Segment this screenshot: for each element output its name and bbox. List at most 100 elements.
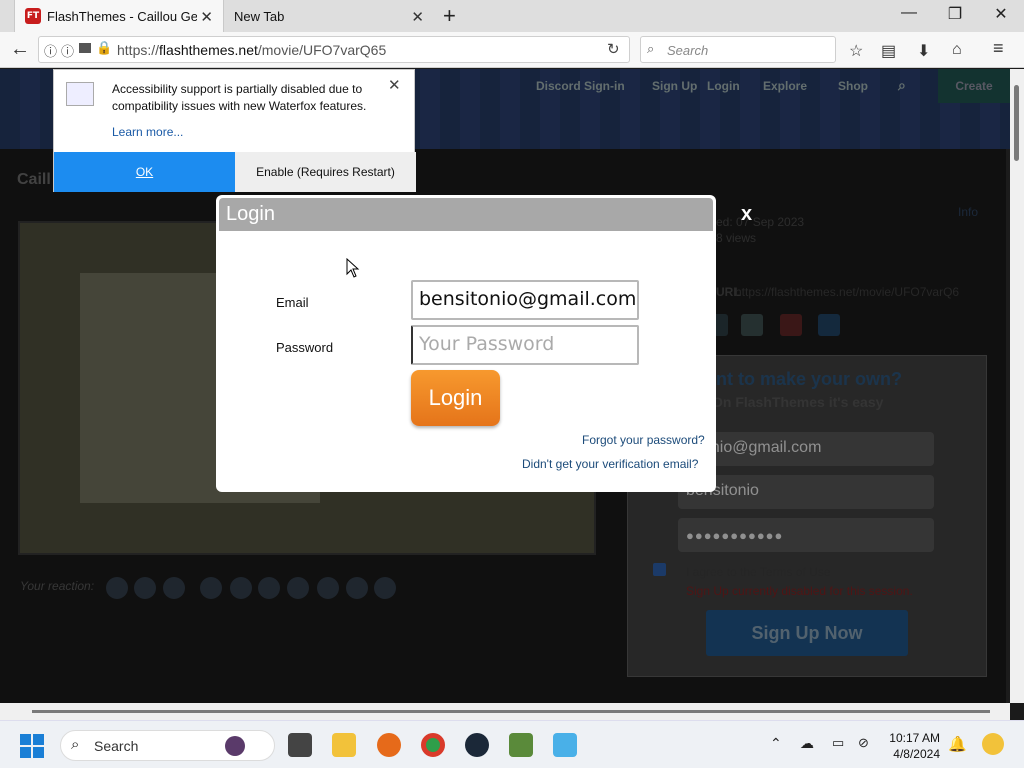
reload-icon[interactable]: ↻ [607,40,620,58]
url-bar[interactable]: ⓘ ⓘ 🔒 https://flashthemes.net/movie/UFO7… [38,36,630,63]
pinterest-icon[interactable] [780,314,802,336]
explore-link[interactable]: Explore [763,79,807,93]
signup-email-field[interactable]: sitonio@gmail.com [678,432,934,466]
chrome-icon[interactable] [421,733,445,757]
file-explorer-icon[interactable] [332,733,356,757]
restore-icon[interactable]: ❐ [940,4,970,24]
tab-flashthemes[interactable]: FT FlashThemes - Caillou Gets ✕ [14,0,224,32]
ok-button[interactable]: OK [54,152,235,192]
url-text[interactable]: https://flashthemes.net/movie/UFO7varQ65 [117,42,386,58]
reddit-icon[interactable] [741,314,763,336]
search-icon: ⌕ [647,41,655,56]
signup-heading: ant to make your own? [706,369,903,389]
notification-close-icon[interactable]: ✕ [388,76,401,94]
system-clock[interactable]: 10:17 AM 4/8/2024 [880,730,940,762]
horizontal-scroll-thumb[interactable] [32,710,990,713]
permissions-icon[interactable] [79,43,91,53]
tab-new-tab[interactable]: New Tab ✕ [224,0,434,32]
site-info-icon[interactable]: ⓘ [61,41,74,60]
back-arrow-icon[interactable]: ← [10,38,30,61]
signup-username-field[interactable]: bensitonio [678,475,934,509]
close-window-icon[interactable]: ✕ [986,4,1016,24]
shop-link[interactable]: Shop [838,79,868,93]
create-button[interactable]: Create [938,69,1010,103]
movie-title: Caill [17,171,51,188]
tab-title: FlashThemes - Caillou Gets [47,8,197,24]
verification-email-link[interactable]: Didn't get your verification email? [522,457,698,471]
new-tab-plus-icon[interactable]: + [443,3,456,29]
steam-icon[interactable] [465,733,489,757]
info-icon[interactable]: ⓘ [44,41,57,60]
login-dialog-title: Login [219,198,713,231]
close-tab-icon[interactable]: ✕ [411,8,424,26]
enable-restart-button[interactable]: Enable (Requires Restart) [235,152,416,192]
menu-hamburger-icon[interactable]: ≡ [993,38,1004,59]
horizontal-scrollbar[interactable] [0,703,1010,720]
reading-list-icon[interactable]: ▤ [881,41,896,61]
reaction-lol[interactable] [106,577,128,599]
password-label: Password [276,340,334,355]
reaction-bulb-icon[interactable] [346,577,368,599]
signup-subheading: On FlashThemes it's easy [712,394,884,410]
close-tab-icon[interactable]: ✕ [200,8,213,26]
volume-muted-icon[interactable]: ⊘ [858,735,869,751]
onedrive-icon[interactable]: ☁ [800,735,814,752]
accessibility-notification: Accessibility support is partially disab… [53,69,416,192]
login-button[interactable]: Login [411,370,500,426]
flashthemes-favicon: FT [25,8,41,24]
reaction-user-icon[interactable] [374,577,396,599]
learn-more-link[interactable]: Learn more... [112,125,183,139]
info-link[interactable]: Info [958,205,978,219]
forgot-password-link[interactable]: Forgot your password? [582,433,705,447]
signup-link[interactable]: Sign Up [652,79,697,93]
discord-signin-link[interactable]: Discord Sign-in [536,79,625,93]
reaction-133t[interactable] [163,577,185,599]
terms-checkbox[interactable] [653,563,666,576]
reaction-label: Your reaction: [20,579,95,593]
reaction-camera-icon[interactable] [200,577,222,599]
minecraft-icon[interactable] [509,733,533,757]
minimize-icon[interactable]: — [894,4,924,22]
search-bar[interactable]: ⌕ Search [640,36,836,63]
firefox-icon[interactable] [377,733,401,757]
lock-warning-icon[interactable]: 🔒 [96,40,112,56]
weather-icon[interactable] [982,733,1004,755]
tab-title: New Tab [234,8,285,24]
download-icon[interactable]: ⬇ [917,41,930,61]
windows-start-icon[interactable] [20,734,44,758]
reaction-epic[interactable] [134,577,156,599]
signup-warning: Sign Up currently disabled for this sess… [686,584,913,598]
reaction-palette-icon[interactable] [317,577,339,599]
linkedin-icon[interactable] [818,314,840,336]
reaction-speaker-icon[interactable] [230,577,252,599]
upload-date: ed: 07 Sep 2023 [716,215,805,229]
login-link[interactable]: Login [707,79,740,93]
mouse-cursor-icon [346,258,360,278]
login-close-button[interactable]: x [741,203,752,226]
notification-text: Accessibility support is partially disab… [112,82,367,113]
home-icon[interactable]: ⌂ [952,41,962,59]
taskbar: ⌕ Search ⌃ ☁ ▭ ⊘ 10:17 AM 4/8/2024 🔔 [0,720,1024,768]
password-field[interactable]: Your Password [411,325,639,365]
display-icon[interactable]: ▭ [832,735,844,751]
email-field[interactable]: bensitonio@gmail.com [411,280,639,320]
signup-password-field[interactable]: ●●●●●●●●●●● [678,518,934,552]
view-count: 8 views [716,231,757,245]
waterfox-icon[interactable] [553,733,577,757]
reaction-mic-icon[interactable] [258,577,280,599]
clock-time: 10:17 AM [889,731,940,745]
notification-bell-icon[interactable]: 🔔 [948,735,967,753]
task-view-icon[interactable] [288,733,312,757]
vertical-scroll-thumb[interactable] [1014,85,1019,161]
reaction-brush-icon[interactable] [287,577,309,599]
share-url[interactable]: https://flashthemes.net/movie/UFO7varQ6 [735,285,959,299]
taskbar-search[interactable]: ⌕ Search [60,730,275,761]
terms-label[interactable]: I agree to the Terms of Use [686,565,831,579]
bookmark-star-icon[interactable]: ☆ [849,41,863,61]
site-search-icon[interactable]: ⌕ [898,77,906,94]
login-dialog: Login x Email bensitonio@gmail.com Passw… [216,195,752,492]
vertical-scrollbar[interactable] [1010,69,1024,703]
image-icon [66,82,94,106]
tray-chevron-up-icon[interactable]: ⌃ [770,735,782,752]
signup-now-button[interactable]: Sign Up Now [706,610,908,656]
